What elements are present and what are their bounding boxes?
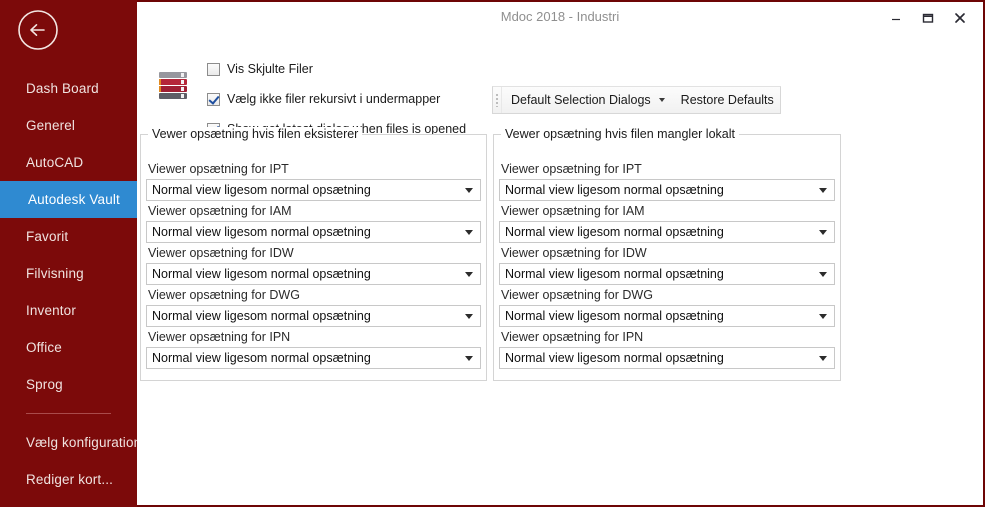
label-ipn: Viewer opsætning for IPN [148,330,291,344]
chevron-down-icon [658,98,665,102]
combo-value: Normal view ligesom normal opsætning [505,267,724,281]
sidebar-action-rediger-kort[interactable]: Rediger kort... [0,461,137,498]
label-ipt: Viewer opsætning for IPT [501,162,642,176]
title-bar: Mdoc 2018 - Industri [137,2,983,34]
checkbox-vaelg-ikke-filer-rekursivt[interactable]: Vælg ikke filer rekursivt i undermapper [207,88,466,110]
combo-idw[interactable]: Normal view ligesom normal opsætning [499,263,835,285]
checkbox-label: Vis Skjulte Filer [227,62,313,76]
window-title: Mdoc 2018 - Industri [500,9,620,24]
chevron-down-icon [465,230,473,235]
label-dwg: Viewer opsætning for DWG [501,288,653,302]
combo-value: Normal view ligesom normal opsætning [505,351,724,365]
sidebar-item-dash-board[interactable]: Dash Board [0,70,137,107]
label-iam: Viewer opsætning for IAM [501,204,645,218]
combo-iam[interactable]: Normal view ligesom normal opsætning [499,221,835,243]
combo-iam[interactable]: Normal view ligesom normal opsætning [146,221,481,243]
group-legend: Vewer opsætning hvis filen eksisterer [148,127,363,141]
toolbar-grip-handle[interactable] [493,87,502,113]
checkbox-box[interactable] [207,62,220,76]
options-row: Vis Skjulte Filer Vælg ikke filer rekurs… [137,34,983,136]
back-button[interactable] [16,8,60,52]
chevron-down-icon [819,230,827,235]
chevron-down-icon [465,314,473,319]
sidebar-item-generel[interactable]: Generel [0,107,137,144]
combo-value: Normal view ligesom normal opsætning [505,183,724,197]
label-idw: Viewer opsætning for IDW [501,246,647,260]
label-ipn: Viewer opsætning for IPN [501,330,644,344]
back-arrow-icon [18,10,58,50]
label-idw: Viewer opsætning for IDW [148,246,294,260]
default-selection-dialogs-dropdown[interactable]: Default Selection Dialogs [502,87,671,113]
group-viewer-settings-file-missing: Vewer opsætning hvis filen mangler lokal… [493,127,841,381]
label-iam: Viewer opsætning for IAM [148,204,292,218]
label-dwg: Viewer opsætning for DWG [148,288,300,302]
combo-ipt[interactable]: Normal view ligesom normal opsætning [146,179,481,201]
minimize-button[interactable] [881,6,911,30]
chevron-down-icon [465,272,473,277]
combo-value: Normal view ligesom normal opsætning [152,309,371,323]
checkbox-label: Vælg ikke filer rekursivt i undermapper [227,92,441,106]
combo-value: Normal view ligesom normal opsætning [152,225,371,239]
chevron-down-icon [819,314,827,319]
checkbox-box[interactable] [207,92,220,106]
combo-ipt[interactable]: Normal view ligesom normal opsætning [499,179,835,201]
chevron-down-icon [465,188,473,193]
group-body: Viewer opsætning for IPT Normal view lig… [494,135,840,369]
maximize-icon [922,13,934,23]
minimize-icon [892,18,900,21]
sidebar-item-office[interactable]: Office [0,329,137,366]
window-controls [881,6,975,30]
restore-defaults-label: Restore Defaults [680,93,774,107]
sidebar-item-autodesk-vault[interactable]: Autodesk Vault [0,181,137,218]
close-icon [955,13,965,23]
combo-idw[interactable]: Normal view ligesom normal opsætning [146,263,481,285]
checkbox-vis-skjulte-filer[interactable]: Vis Skjulte Filer [207,58,466,80]
chevron-down-icon [819,356,827,361]
sidebar-item-sprog[interactable]: Sprog [0,366,137,403]
group-legend: Vewer opsætning hvis filen mangler lokal… [501,127,739,141]
combo-value: Normal view ligesom normal opsætning [505,309,724,323]
combo-value: Normal view ligesom normal opsætning [505,225,724,239]
combo-value: Normal view ligesom normal opsætning [152,183,371,197]
combo-dwg[interactable]: Normal view ligesom normal opsætning [146,305,481,327]
combo-value: Normal view ligesom normal opsætning [152,267,371,281]
combo-ipn[interactable]: Normal view ligesom normal opsætning [146,347,481,369]
combo-dwg[interactable]: Normal view ligesom normal opsætning [499,305,835,327]
sidebar-item-inventor[interactable]: Inventor [0,292,137,329]
sidebar-item-favorit[interactable]: Favorit [0,218,137,255]
group-body: Viewer opsætning for IPT Normal view lig… [141,135,486,369]
chevron-down-icon [819,188,827,193]
close-button[interactable] [945,6,975,30]
combo-value: Normal view ligesom normal opsætning [152,351,371,365]
sidebar-action-vaelg-konfiguration[interactable]: Vælg konfiguration... [0,424,137,461]
group-viewer-settings-file-exists: Vewer opsætning hvis filen eksisterer Vi… [140,127,487,381]
default-selection-dialogs-label: Default Selection Dialogs [511,93,651,107]
sidebar-item-filvisning[interactable]: Filvisning [0,255,137,292]
combo-ipn[interactable]: Normal view ligesom normal opsætning [499,347,835,369]
chevron-down-icon [819,272,827,277]
sidebar-nav: Dash Board Generel AutoCAD Autodesk Vaul… [0,70,137,507]
server-stack-icon [156,67,192,103]
app-window: Dash Board Generel AutoCAD Autodesk Vaul… [0,0,985,507]
chevron-down-icon [465,356,473,361]
content-area: Mdoc 2018 - Industri Vis Skjulte Filer V… [137,0,985,507]
maximize-button[interactable] [913,6,943,30]
sidebar: Dash Board Generel AutoCAD Autodesk Vaul… [0,0,137,507]
sidebar-divider-top [26,413,111,414]
toolbar: Default Selection Dialogs Restore Defaul… [492,86,781,114]
sidebar-item-autocad[interactable]: AutoCAD [0,144,137,181]
label-ipt: Viewer opsætning for IPT [148,162,289,176]
restore-defaults-button[interactable]: Restore Defaults [672,87,780,113]
